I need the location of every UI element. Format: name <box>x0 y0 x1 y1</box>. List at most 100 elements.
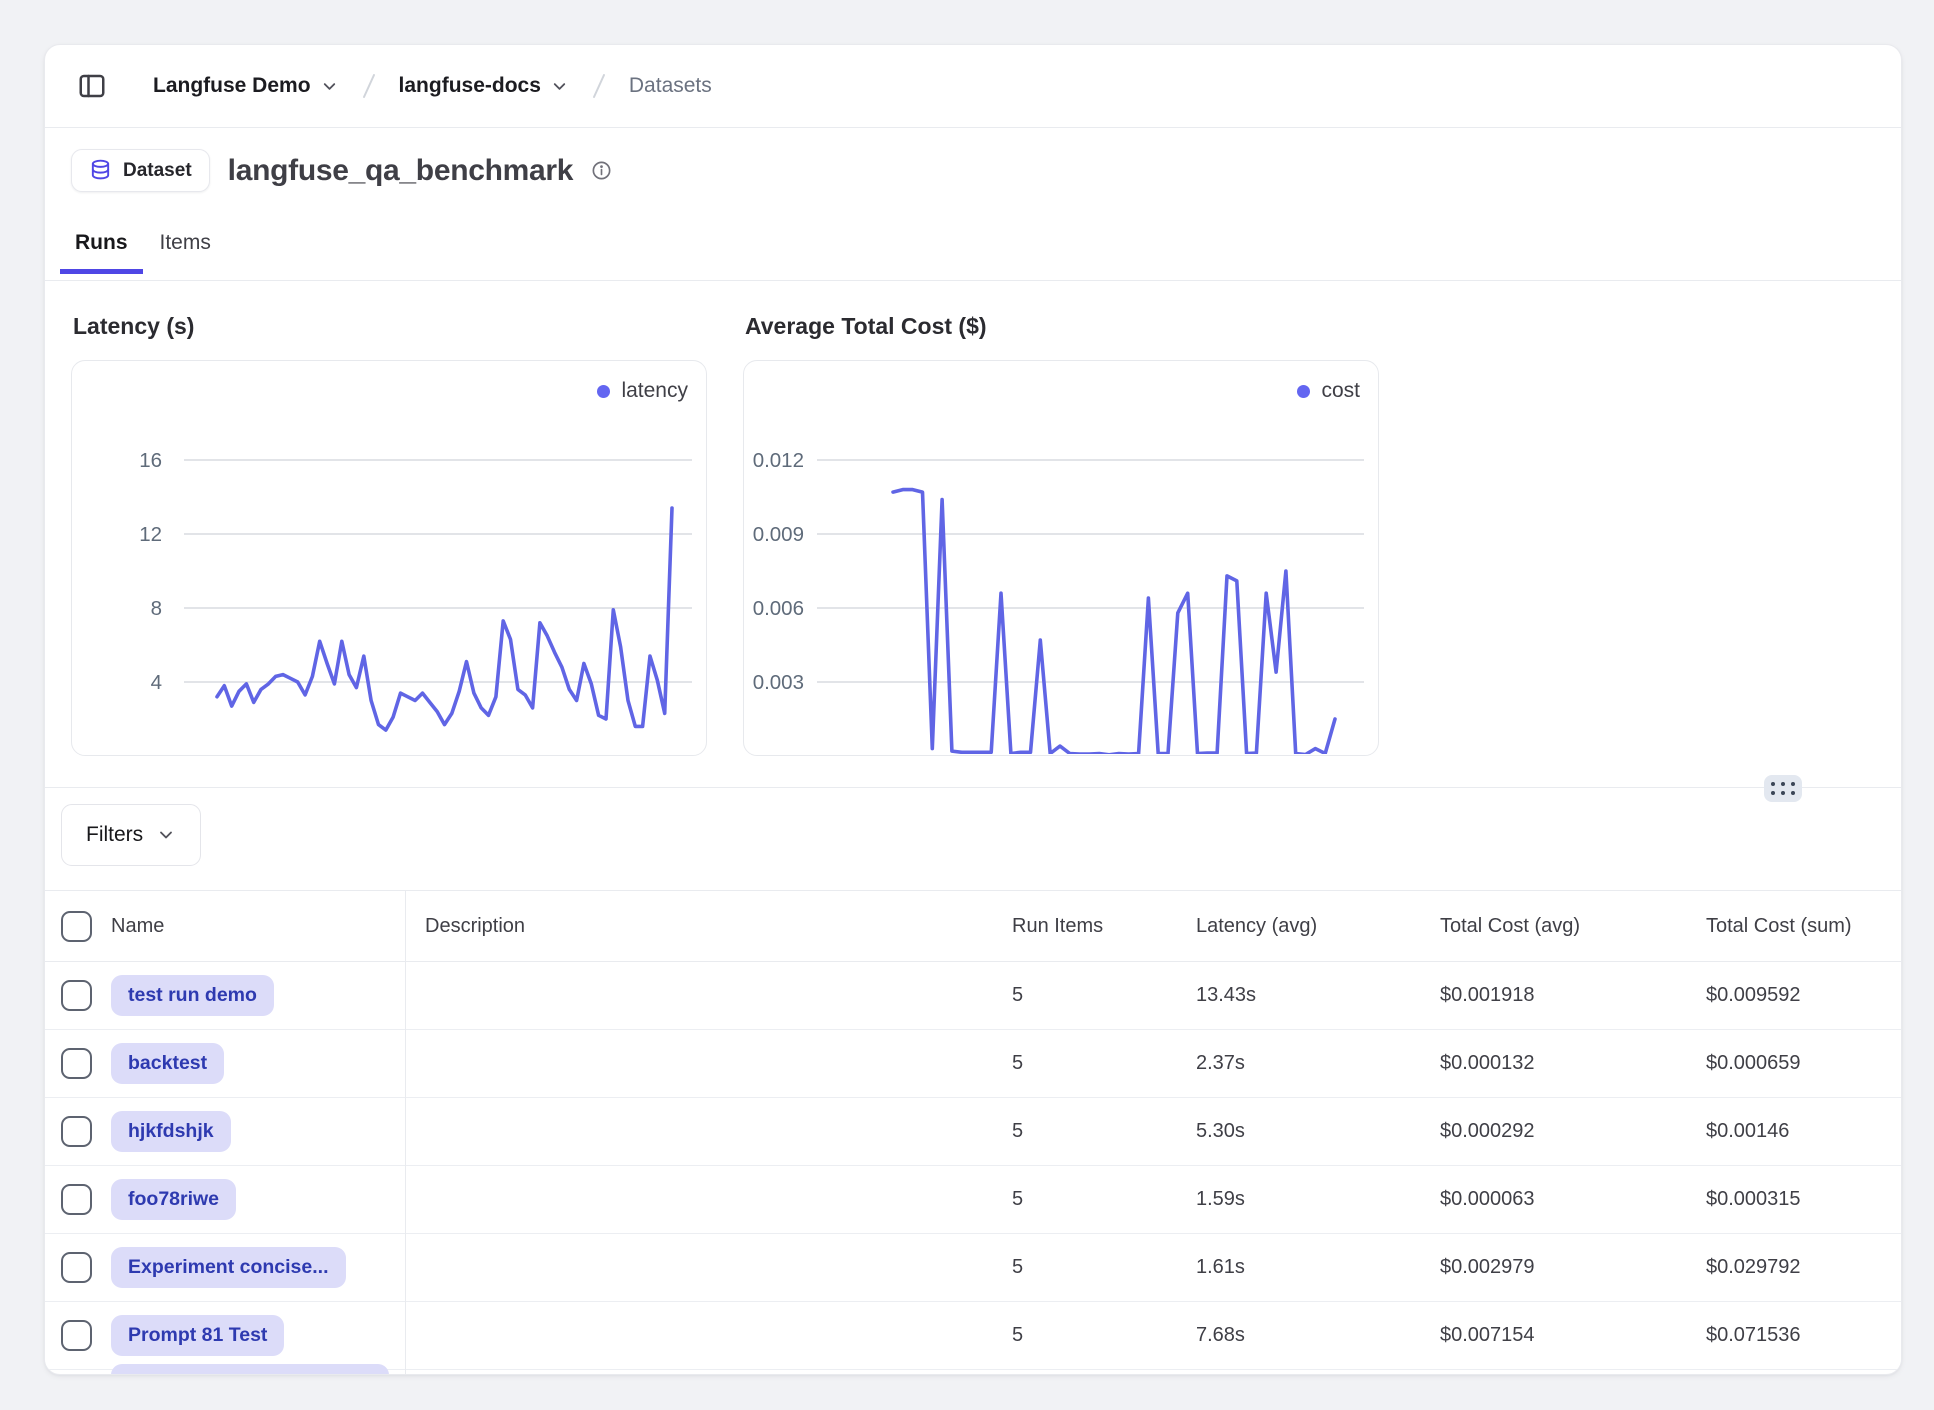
chevron-down-icon <box>156 825 176 845</box>
total-cost-avg-value: $0.002979 <box>1440 1256 1706 1279</box>
latency-legend-label: latency <box>621 379 688 403</box>
table-row[interactable]: backtest52.37s$0.000132$0.000659 <box>45 1030 1901 1098</box>
run-items-value: 5 <box>1012 1120 1196 1143</box>
title-row: Dataset langfuse_qa_benchmark <box>71 149 612 192</box>
total-cost-avg-value: $0.001918 <box>1440 984 1706 1007</box>
latency-chart-title: Latency (s) <box>73 313 707 340</box>
cost-chart-block: Average Total Cost ($) 0.0030.0060.0090.… <box>743 313 1379 756</box>
run-items-value: 5 <box>1012 1256 1196 1279</box>
run-name-badge[interactable]: backtest <box>111 1043 224 1084</box>
run-items-value: 5 <box>1012 984 1196 1007</box>
total-cost-sum-value: $0.000315 <box>1706 1188 1901 1211</box>
row-checkbox[interactable] <box>61 980 92 1011</box>
run-name-badge[interactable]: Experiment concise... <box>111 1247 346 1288</box>
select-all-checkbox[interactable] <box>61 911 92 942</box>
run-name-badge[interactable]: hjkfdshjk <box>111 1111 231 1152</box>
row-checkbox[interactable] <box>61 1116 92 1147</box>
svg-text:0.012: 0.012 <box>753 449 804 472</box>
total-cost-sum-value: $0.00146 <box>1706 1120 1901 1143</box>
cost-legend-label: cost <box>1321 379 1360 403</box>
svg-text:16: 16 <box>139 449 162 472</box>
table-row[interactable]: hjkfdshjk55.30s$0.000292$0.00146 <box>45 1098 1901 1166</box>
table-row[interactable]: test run demo513.43s$0.001918$0.009592 <box>45 962 1901 1030</box>
sidebar-toggle-button[interactable] <box>71 65 113 107</box>
main-panel: Langfuse Demo langfuse-docs Datasets <box>44 44 1902 1375</box>
dataset-type-chip: Dataset <box>71 149 210 192</box>
column-header-description: Description <box>405 915 1012 938</box>
row-checkbox-cell <box>45 1116 105 1147</box>
svg-text:0.009: 0.009 <box>753 523 804 546</box>
breadcrumb-project-label: Langfuse Demo <box>153 74 311 98</box>
breadcrumb-separator <box>359 71 379 101</box>
total-cost-sum-value: $0.071536 <box>1706 1324 1901 1347</box>
column-header-total-cost-sum: Total Cost (sum) <box>1706 915 1901 938</box>
latency-legend: latency <box>597 379 688 403</box>
filters-button[interactable]: Filters <box>61 804 201 866</box>
column-divider-line <box>405 890 406 1374</box>
column-header-latency-avg: Latency (avg) <box>1196 915 1440 938</box>
charts-section: Latency (s) 4 8 12 16 latency Average Total… <box>71 313 1379 756</box>
svg-text:0.003: 0.003 <box>753 671 804 694</box>
column-header-name: Name <box>105 915 405 938</box>
tab-bar: Runs Items <box>45 223 1901 281</box>
latency-avg-value: 7.68s <box>1196 1324 1440 1347</box>
section-divider <box>45 787 1901 788</box>
table-body: test run demo513.43s$0.001918$0.009592ba… <box>45 962 1901 1370</box>
run-name-cell: backtest <box>105 1043 405 1084</box>
row-checkbox-cell <box>45 1048 105 1079</box>
total-cost-avg-value: $0.007154 <box>1440 1324 1706 1347</box>
row-checkbox-cell <box>45 1184 105 1215</box>
latency-avg-value: 1.59s <box>1196 1188 1440 1211</box>
resize-grip-handle[interactable] <box>1764 775 1802 802</box>
run-name-badge[interactable]: foo78riwe <box>111 1179 236 1220</box>
run-items-value: 5 <box>1012 1324 1196 1347</box>
row-checkbox[interactable] <box>61 1184 92 1215</box>
dataset-chip-label: Dataset <box>123 160 192 182</box>
page-title: langfuse_qa_benchmark <box>228 154 574 188</box>
page: { "breadcrumb": { "project": "Langfuse D… <box>0 0 1934 1410</box>
svg-text:12: 12 <box>139 523 162 546</box>
latency-avg-value: 2.37s <box>1196 1052 1440 1075</box>
breadcrumb-project-dropdown[interactable]: Langfuse Demo <box>153 74 339 98</box>
table-row[interactable]: Experiment concise... 51.61s$0.002979$0.0… <box>45 1234 1901 1302</box>
run-name-badge[interactable]: test run demo <box>111 975 274 1016</box>
latency-avg-value: 5.30s <box>1196 1120 1440 1143</box>
total-cost-avg-value: $0.000132 <box>1440 1052 1706 1075</box>
latency-avg-value: 1.61s <box>1196 1256 1440 1279</box>
latency-avg-value: 13.43s <box>1196 984 1440 1007</box>
latency-chart[interactable]: 4 8 12 16 latency <box>71 360 707 756</box>
table-row[interactable]: Prompt 81 Test 57.68s$0.007154$0.071536 <box>45 1302 1901 1370</box>
top-bar: Langfuse Demo langfuse-docs Datasets <box>45 45 1901 128</box>
row-checkbox[interactable] <box>61 1048 92 1079</box>
latency-chart-svg: 4 8 12 16 <box>72 361 705 754</box>
database-icon <box>89 159 112 182</box>
row-checkbox[interactable] <box>61 1252 92 1283</box>
table-header-row: Name Description Run Items Latency (avg)… <box>45 891 1901 962</box>
breadcrumb-resource-label: langfuse-docs <box>399 74 541 98</box>
cost-chart-title: Average Total Cost ($) <box>745 313 1379 340</box>
breadcrumb-current-page[interactable]: Datasets <box>629 74 712 98</box>
row-checkbox-cell <box>45 980 105 1011</box>
cost-chart[interactable]: 0.0030.0060.0090.012 cost <box>743 360 1379 756</box>
run-name-cell: hjkfdshjk <box>105 1111 405 1152</box>
tab-items[interactable]: Items <box>144 223 227 273</box>
run-name-cell: foo78riwe <box>105 1179 405 1220</box>
info-icon[interactable] <box>591 160 612 181</box>
run-items-value: 5 <box>1012 1052 1196 1075</box>
run-name-cell: test run demo <box>105 975 405 1016</box>
svg-text:4: 4 <box>151 671 162 694</box>
table-row[interactable]: foo78riwe51.59s$0.000063$0.000315 <box>45 1166 1901 1234</box>
row-checkbox-cell <box>45 1252 105 1283</box>
run-name-badge[interactable]: Prompt 81 Test <box>111 1315 284 1356</box>
total-cost-sum-value: $0.029792 <box>1706 1256 1901 1279</box>
column-header-total-cost-avg: Total Cost (avg) <box>1440 915 1706 938</box>
breadcrumb: Langfuse Demo langfuse-docs Datasets <box>153 71 712 101</box>
breadcrumb-resource-dropdown[interactable]: langfuse-docs <box>399 74 569 98</box>
breadcrumb-separator <box>589 71 609 101</box>
row-checkbox[interactable] <box>61 1320 92 1351</box>
run-name-cell: Prompt 81 Test <box>105 1315 405 1356</box>
chevron-down-icon <box>320 77 339 96</box>
run-items-value: 5 <box>1012 1188 1196 1211</box>
svg-text:8: 8 <box>151 597 162 620</box>
tab-runs[interactable]: Runs <box>59 223 144 273</box>
